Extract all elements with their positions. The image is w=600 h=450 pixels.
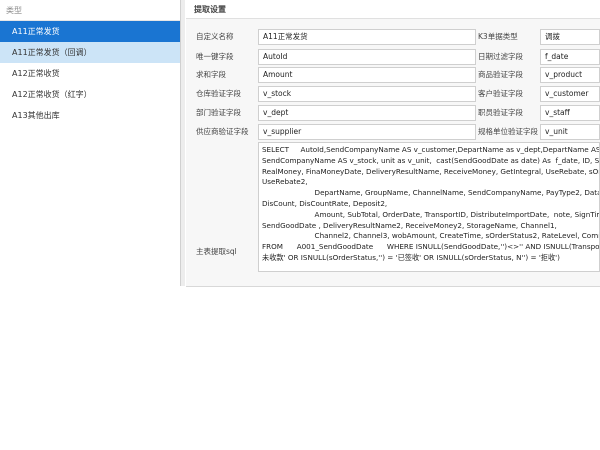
unit-field-label: 规格单位验证字段 <box>478 127 538 136</box>
sidebar-item-a13-other-outbound[interactable]: A13其他出库 <box>0 105 180 126</box>
unique-key-input[interactable]: AutoId <box>258 49 476 65</box>
sidebar-item-a11-normal-ship[interactable]: A11正常发货 <box>0 21 180 42</box>
customer-field-input[interactable]: v_customer <box>540 86 600 102</box>
sidebar-item-a12-normal-receive-red[interactable]: A12正常收货（红字） <box>0 84 180 105</box>
form-row-3: 求和字段 Amount 商品验证字段 v_product <box>186 65 600 85</box>
customer-field-label: 客户验证字段 <box>478 89 523 98</box>
form-row-4: 仓库验证字段 v_stock 客户验证字段 v_customer <box>186 84 600 104</box>
k3-type-label: K3单据类型 <box>478 32 518 41</box>
sidebar-item-a12-normal-receive[interactable]: A12正常收货 <box>0 63 180 84</box>
k3-type-input[interactable]: 调拨 <box>540 29 600 45</box>
extract-settings-panel: 提取设置 自定义名称 A11正常发货 K3单据类型 调拨 唯一键字段 AutoI… <box>186 0 600 287</box>
dept-field-input[interactable]: v_dept <box>258 105 476 121</box>
main-sql-textarea[interactable]: SELECT AutoId,SendCompanyName AS v_custo… <box>258 142 600 272</box>
stock-field-label: 仓库验证字段 <box>196 89 241 98</box>
sum-field-input[interactable]: Amount <box>258 67 476 83</box>
date-filter-label: 日期过滤字段 <box>478 52 523 61</box>
sum-field-label: 求和字段 <box>196 70 226 79</box>
product-field-input[interactable]: v_product <box>540 67 600 83</box>
main-sql-label: 主表提取sql <box>196 247 237 256</box>
custom-name-label: 自定义名称 <box>196 32 234 41</box>
date-filter-input[interactable]: f_date <box>540 49 600 65</box>
form-row-6: 供应商验证字段 v_supplier 规格单位验证字段 v_unit <box>186 122 600 142</box>
panel-title: 提取设置 <box>186 0 600 19</box>
form-row-5: 部门验证字段 v_dept 职员验证字段 v_staff <box>186 103 600 123</box>
supplier-field-input[interactable]: v_supplier <box>258 124 476 140</box>
unique-key-label: 唯一键字段 <box>196 52 234 61</box>
form-row-1: 自定义名称 A11正常发货 K3单据类型 调拨 <box>186 27 600 47</box>
custom-name-input[interactable]: A11正常发货 <box>258 29 476 45</box>
unit-field-input[interactable]: v_unit <box>540 124 600 140</box>
staff-field-label: 职员验证字段 <box>478 108 523 117</box>
stock-field-input[interactable]: v_stock <box>258 86 476 102</box>
panel-divider[interactable] <box>181 0 185 286</box>
product-field-label: 商品验证字段 <box>478 70 523 79</box>
staff-field-input[interactable]: v_staff <box>540 105 600 121</box>
sidebar-item-a11-normal-ship-callback[interactable]: A11正常发货（回调） <box>0 42 180 63</box>
dept-field-label: 部门验证字段 <box>196 108 241 117</box>
supplier-field-label: 供应商验证字段 <box>196 127 249 136</box>
sidebar-header: 类型 <box>0 0 180 21</box>
form-row-2: 唯一键字段 AutoId 日期过滤字段 f_date <box>186 47 600 67</box>
type-sidebar: 类型 A11正常发货 A11正常发货（回调） A12正常收货 A12正常收货（红… <box>0 0 181 286</box>
